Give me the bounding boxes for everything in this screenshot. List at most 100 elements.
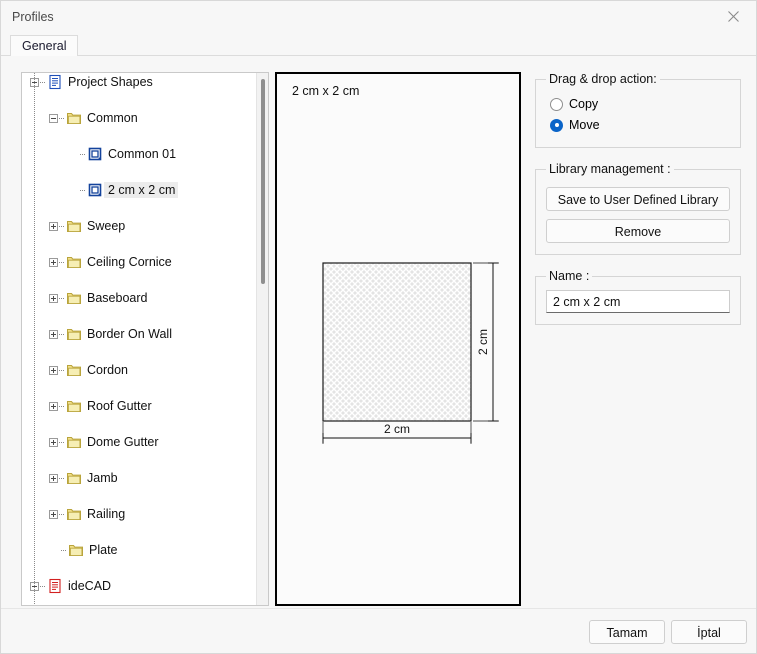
tree-connector [59, 226, 65, 227]
close-icon [727, 10, 740, 23]
radio-copy-label: Copy [569, 97, 598, 111]
expand-icon[interactable] [49, 366, 58, 375]
tree-item[interactable]: Ceiling Cornice [22, 253, 258, 271]
tree-connector [59, 298, 65, 299]
collapse-icon[interactable] [49, 114, 58, 123]
tree-item-label: 2 cm x 2 cm [104, 182, 178, 198]
tree-item[interactable]: Baseboard [22, 289, 258, 307]
expand-icon[interactable] [49, 438, 58, 447]
tree-item-label: Plate [85, 542, 121, 558]
tree-item[interactable]: Plate [22, 541, 258, 559]
tree-connector [80, 154, 86, 155]
name-input[interactable] [546, 290, 730, 313]
expand-icon[interactable] [49, 402, 58, 411]
radio-copy-indicator [550, 98, 563, 111]
tree-item[interactable]: Sweep [22, 217, 258, 235]
radio-move[interactable]: Move [550, 115, 730, 135]
tree-scrollbar-thumb[interactable] [261, 79, 265, 284]
expand-icon[interactable] [49, 294, 58, 303]
radio-copy[interactable]: Copy [550, 94, 730, 114]
tree-connector [59, 370, 65, 371]
tab-general[interactable]: General [10, 35, 78, 56]
profile-square [323, 263, 471, 421]
shape-icon [87, 182, 103, 198]
tree-item-label: Cordon [83, 362, 131, 378]
document-red-icon [47, 578, 63, 594]
tree-connector [61, 550, 67, 551]
dimension-label-width: 2 cm [384, 422, 410, 436]
folder-icon [66, 290, 82, 306]
expand-icon[interactable] [49, 258, 58, 267]
tree-item-label: Ceiling Cornice [83, 254, 175, 270]
tree-item-label: Dome Gutter [83, 434, 162, 450]
tree-item-label: Roof Gutter [83, 398, 155, 414]
tree-item[interactable]: Roof Gutter [22, 397, 258, 415]
drag-drop-group: Drag & drop action: Copy Move [535, 72, 741, 148]
tree-connector [40, 82, 46, 83]
profiles-dialog: Profiles General Project Shapes Common Com… [0, 0, 757, 654]
close-button[interactable] [711, 1, 756, 32]
tree-connector [80, 190, 86, 191]
tree-item-label: Jamb [83, 470, 121, 486]
tree-connector [40, 586, 46, 587]
tree-guide-line [34, 73, 35, 605]
tree-item-label: Border On Wall [83, 326, 175, 342]
tab-general-label: General [22, 39, 66, 53]
tree-item[interactable]: Project Shapes [22, 73, 258, 91]
tree-connector [59, 118, 65, 119]
tree-connector [59, 442, 65, 443]
tree-item-label: ideCAD [64, 578, 114, 594]
dimension-label-height: 2 cm [476, 329, 490, 355]
tree-connector [59, 262, 65, 263]
tree-item[interactable]: Railing [22, 505, 258, 523]
expand-icon[interactable] [49, 510, 58, 519]
name-legend: Name : [546, 269, 592, 283]
tree-item-label: Railing [83, 506, 128, 522]
shape-icon [87, 146, 103, 162]
library-management-group: Library management : Save to User Define… [535, 162, 741, 255]
tree-item-label: Project Shapes [64, 74, 156, 90]
tree-connector [59, 514, 65, 515]
tree-scroll-area[interactable]: Project Shapes Common Common 01 2 cm x 2 cm… [22, 73, 258, 605]
folder-icon [66, 218, 82, 234]
name-group: Name : [535, 269, 741, 325]
tree-item[interactable]: Border On Wall [22, 325, 258, 343]
preview-drawing: 2 cm 2 cm [277, 74, 519, 604]
folder-icon [66, 470, 82, 486]
folder-icon [66, 362, 82, 378]
tree-connector [59, 406, 65, 407]
tree-vertical-scrollbar[interactable] [256, 73, 268, 605]
folder-icon [68, 542, 84, 558]
window-title: Profiles [12, 10, 54, 24]
folder-icon [66, 434, 82, 450]
tree-item[interactable]: Cordon [22, 361, 258, 379]
folder-icon [66, 506, 82, 522]
dialog-content: Project Shapes Common Common 01 2 cm x 2 cm… [1, 56, 756, 608]
save-to-user-defined-library-button[interactable]: Save to User Defined Library [546, 187, 730, 211]
shape-tree-panel: Project Shapes Common Common 01 2 cm x 2 cm… [21, 72, 269, 606]
tree-item[interactable]: Common [22, 109, 258, 127]
radio-move-indicator [550, 119, 563, 132]
tree-item-label: Sweep [83, 218, 128, 234]
tree-item[interactable]: Jamb [22, 469, 258, 487]
remove-button[interactable]: Remove [546, 219, 730, 243]
tab-strip: General [1, 32, 756, 56]
tree-item[interactable]: Common 01 [22, 145, 258, 163]
tree-item-label: Common [83, 110, 141, 126]
expand-icon[interactable] [49, 474, 58, 483]
radio-move-label: Move [569, 118, 600, 132]
options-column: Drag & drop action: Copy Move Library ma… [535, 72, 741, 339]
folder-icon [66, 254, 82, 270]
tree-item[interactable]: 2 cm x 2 cm [22, 181, 258, 199]
tree-item[interactable]: Dome Gutter [22, 433, 258, 451]
cancel-button[interactable]: İptal [671, 620, 747, 644]
folder-icon [66, 326, 82, 342]
expand-icon[interactable] [49, 330, 58, 339]
tree-connector [59, 334, 65, 335]
title-bar: Profiles [1, 1, 756, 32]
drag-drop-legend: Drag & drop action: [546, 72, 660, 86]
ok-button[interactable]: Tamam [589, 620, 665, 644]
library-management-legend: Library management : [546, 162, 674, 176]
tree-item[interactable]: ideCAD [22, 577, 258, 595]
expand-icon[interactable] [49, 222, 58, 231]
